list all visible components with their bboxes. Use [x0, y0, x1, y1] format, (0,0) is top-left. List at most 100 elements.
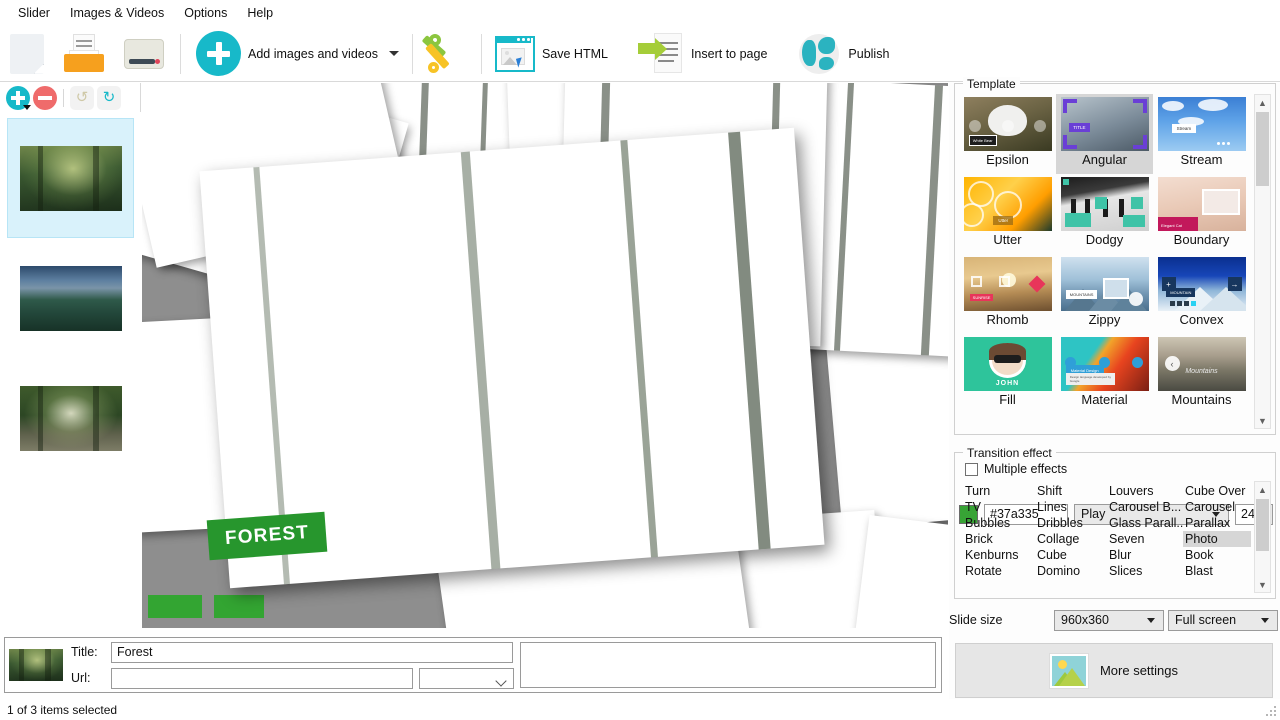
menu-item-help[interactable]: Help — [237, 2, 283, 24]
save-html-icon — [495, 36, 535, 72]
list-item[interactable]: Lines — [1035, 499, 1107, 515]
multiple-effects-checkbox[interactable] — [965, 463, 978, 476]
template-item-material[interactable]: Material Design Design language develope… — [1056, 334, 1153, 414]
template-item-stream[interactable]: Stream Stream — [1153, 94, 1250, 174]
publish-button[interactable]: Publish — [790, 30, 896, 78]
scrollbar-thumb[interactable] — [1256, 499, 1269, 551]
list-item[interactable] — [6, 358, 135, 478]
multiple-effects-row[interactable]: Multiple effects — [965, 462, 1067, 476]
insert-to-page-label: Insert to page — [691, 47, 767, 61]
list-item[interactable]: Carousel B... — [1107, 499, 1183, 515]
resize-grip-icon[interactable] — [1265, 705, 1277, 717]
list-item[interactable]: Bubbles — [963, 515, 1035, 531]
rotate-left-button[interactable]: ↺ — [70, 86, 94, 110]
template-item-convex[interactable]: + → MOUNTAIN Convex — [1153, 254, 1250, 334]
chevron-down-icon[interactable] — [389, 51, 399, 56]
menu-item-images-videos[interactable]: Images & Videos — [60, 2, 174, 24]
description-textarea[interactable] — [520, 642, 936, 688]
slide-thumbnail-list[interactable] — [0, 112, 141, 628]
list-item[interactable]: Brick — [963, 531, 1035, 547]
menu-item-options[interactable]: Options — [174, 2, 237, 24]
template-scrollbar[interactable]: ▲ ▼ — [1254, 94, 1271, 429]
insert-to-page-button[interactable]: Insert to page — [631, 30, 774, 78]
scroll-up-icon[interactable]: ▲ — [1255, 482, 1270, 497]
effects-scrollbar[interactable]: ▲ ▼ — [1254, 481, 1271, 593]
list-item[interactable]: Slices — [1107, 563, 1183, 579]
save-drive-icon — [121, 32, 167, 76]
url-input[interactable] — [111, 668, 413, 689]
settings-panel: Template White Bear Epsilon — [949, 83, 1280, 720]
main-toolbar: Add images and videos Save HTML — [0, 26, 1280, 82]
add-images-and-videos-button[interactable]: Add images and videos — [187, 30, 406, 78]
list-item[interactable] — [7, 118, 134, 238]
chevron-down-icon[interactable] — [1143, 611, 1159, 630]
list-item[interactable] — [6, 238, 135, 358]
list-item[interactable]: Shift — [1035, 483, 1107, 499]
template-inner-sublabel: Design language developed by Google — [1066, 373, 1115, 385]
url-target-select[interactable] — [419, 668, 514, 689]
template-item-fill[interactable]: JOHN Fill — [959, 334, 1056, 414]
more-settings-button[interactable]: More settings — [955, 643, 1273, 698]
transition-effect-list[interactable]: Turn TV Bubbles Brick Kenburns Rotate Sh… — [963, 483, 1251, 591]
list-item[interactable]: Glass Parall... — [1107, 515, 1183, 531]
scroll-down-icon[interactable]: ▼ — [1255, 413, 1270, 428]
template-item-utter[interactable]: Utter Utter — [959, 174, 1056, 254]
list-item[interactable]: Cube — [1035, 547, 1107, 563]
scroll-down-icon[interactable]: ▼ — [1255, 577, 1270, 592]
save-slider-button[interactable] — [114, 30, 174, 78]
list-item[interactable]: Blast — [1183, 563, 1251, 579]
remove-slide-button[interactable] — [33, 86, 57, 110]
list-item[interactable]: Blur — [1107, 547, 1183, 563]
menu-item-slider[interactable]: Slider — [8, 2, 60, 24]
list-item-selected[interactable]: Photo — [1183, 531, 1251, 547]
list-item[interactable]: TV — [963, 499, 1035, 515]
template-item-boundary[interactable]: Elegant Cat Boundary — [1153, 174, 1250, 254]
add-slide-button[interactable] — [6, 86, 30, 110]
template-thumbnail — [1061, 177, 1149, 231]
template-inner-label: Mountains — [1158, 368, 1246, 375]
template-item-angular[interactable]: TITLE Angular — [1056, 94, 1153, 174]
list-item[interactable]: Domino — [1035, 563, 1107, 579]
template-thumbnail: JOHN — [964, 337, 1052, 391]
template-item-zippy[interactable]: MOUNTAINS Zippy — [1056, 254, 1153, 334]
new-slider-button[interactable] — [0, 30, 54, 78]
toolbar-separator-1 — [180, 34, 181, 74]
list-item[interactable]: Cube Over — [1183, 483, 1251, 499]
template-thumbnail: Material Design Design language develope… — [1061, 337, 1149, 391]
green-marker-bottom-left-1 — [148, 595, 202, 618]
list-item[interactable]: Louvers — [1107, 483, 1183, 499]
list-item[interactable]: Kenburns — [963, 547, 1035, 563]
title-input[interactable]: Forest — [111, 642, 513, 663]
slides-panel: ↺ ↻ — [0, 83, 141, 628]
list-item[interactable]: Carousel — [1183, 499, 1251, 515]
menu-bar: Slider Images & Videos Options Help — [0, 0, 1280, 26]
transition-effect-groupbox: Transition effect Multiple effects Turn … — [954, 452, 1276, 599]
chevron-down-icon[interactable] — [23, 105, 31, 110]
list-item[interactable]: Collage — [1035, 531, 1107, 547]
template-inner-label: TITLE — [1069, 123, 1089, 132]
scroll-up-icon[interactable]: ▲ — [1255, 95, 1270, 110]
open-slider-button[interactable] — [54, 30, 114, 78]
tools-button[interactable] — [419, 30, 475, 78]
slide-display-mode-select[interactable]: Full screen — [1168, 610, 1278, 631]
template-gallery[interactable]: White Bear Epsilon TITLE Angular — [959, 94, 1255, 429]
slide-preview-canvas[interactable]: FOREST — [142, 83, 948, 628]
chevron-down-icon[interactable] — [1257, 611, 1273, 630]
list-item[interactable]: Rotate — [963, 563, 1035, 579]
list-item[interactable]: Parallax — [1183, 515, 1251, 531]
list-item[interactable]: Dribbles — [1035, 515, 1107, 531]
save-html-button[interactable]: Save HTML — [488, 30, 615, 78]
list-item[interactable]: Seven — [1107, 531, 1183, 547]
template-item-epsilon[interactable]: White Bear Epsilon — [959, 94, 1056, 174]
template-item-rhomb[interactable]: SUNRISE Rhomb — [959, 254, 1056, 334]
rotate-right-button[interactable]: ↻ — [97, 86, 121, 110]
list-item[interactable]: Turn — [963, 483, 1035, 499]
template-item-mountains[interactable]: ‹ Mountains Mountains — [1153, 334, 1250, 414]
scrollbar-thumb[interactable] — [1256, 112, 1269, 186]
list-item[interactable]: Book — [1183, 547, 1251, 563]
template-thumbnail: Stream — [1158, 97, 1246, 151]
slide-size-select[interactable]: 960x360 — [1054, 610, 1164, 631]
more-settings-label: More settings — [1100, 663, 1178, 678]
template-item-dodgy[interactable]: Dodgy — [1056, 174, 1153, 254]
template-label: Zippy — [1089, 313, 1121, 327]
